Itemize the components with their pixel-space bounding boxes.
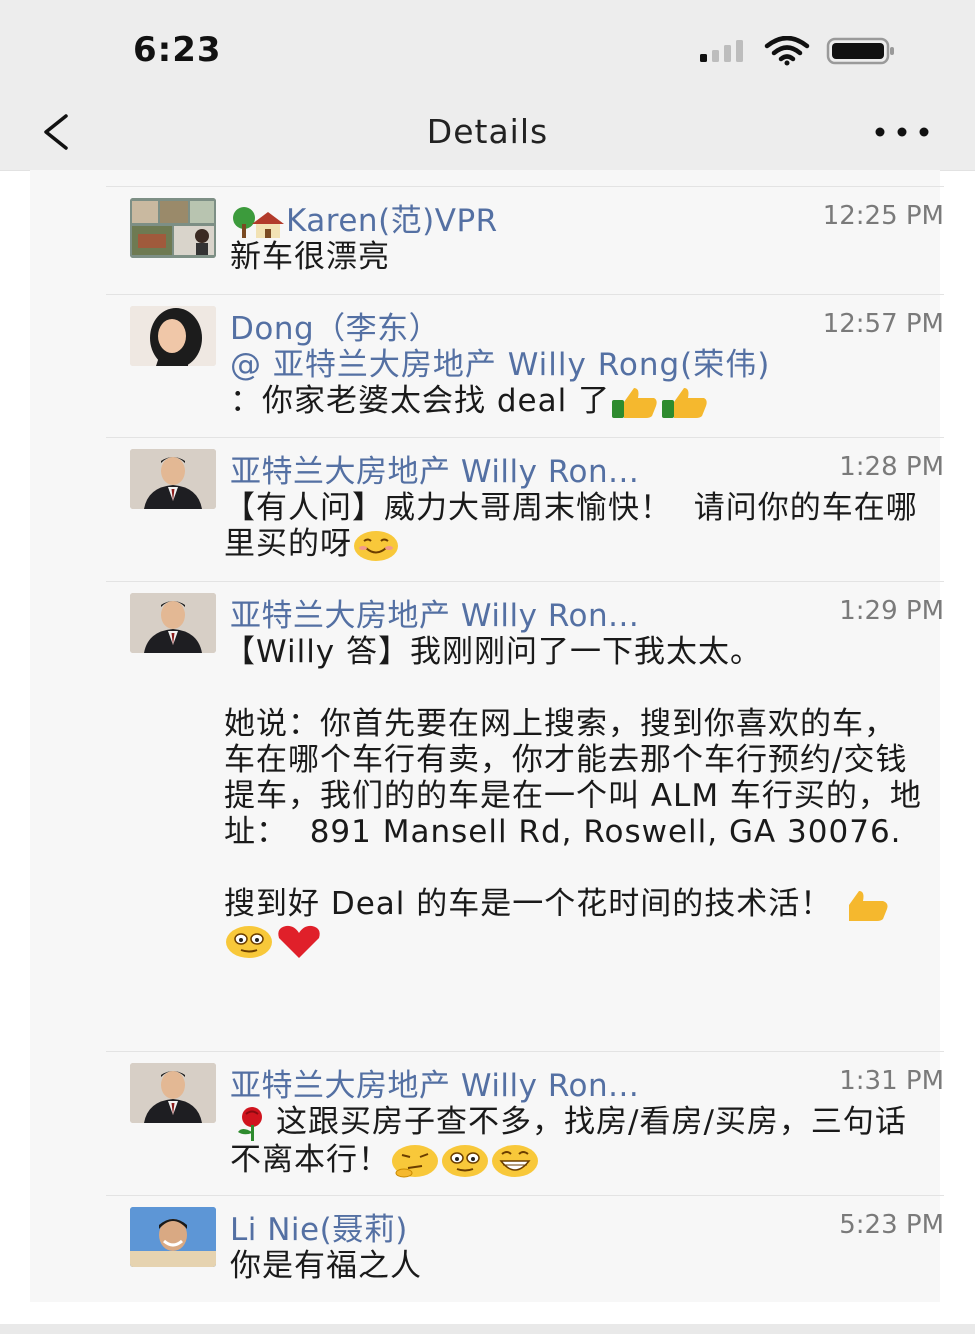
avatar[interactable] <box>130 306 216 366</box>
message-text-body: 这跟买房子查不多，找房/看房/买房，三句话不离本行！ <box>230 1104 907 1178</box>
avatar[interactable] <box>130 593 216 653</box>
avatar[interactable] <box>130 449 216 509</box>
list-item[interactable]: Karen(范)VPR 12:25 PM 新车很漂亮 <box>106 186 944 295</box>
house-tree-icon <box>233 206 284 238</box>
rose-icon <box>238 1106 262 1141</box>
list-item[interactable]: Li Nie(聂莉) 5:23 PM 你是有福之人 <box>106 1195 944 1303</box>
nav-bar: Details <box>0 100 975 171</box>
battery-icon <box>826 37 894 65</box>
page-title: Details <box>426 112 549 151</box>
sender-name[interactable]: 亚特兰大房地产 Willy Ron... <box>230 590 639 635</box>
thumbs-up-icon <box>612 387 657 418</box>
sender-name[interactable]: 亚特兰大房地产 Willy Ron... <box>230 446 639 491</box>
sender-name[interactable]: Dong（李东） <box>230 303 440 348</box>
message-time: 1:31 PM <box>839 1066 944 1096</box>
more-dots-icon[interactable] <box>872 126 932 138</box>
message-text: 【Willy 答】我刚刚问了一下我太太。 她说：你首先要在网上搜索，搜到你喜欢的… <box>224 634 924 960</box>
avatar[interactable] <box>130 1063 216 1123</box>
message-text: 【有人问】威力大哥周末愉快！ 请问你的车在哪里买的呀 <box>224 490 934 563</box>
message-text-body: ：你家老婆太会找 deal 了 <box>230 383 611 419</box>
smile-icon <box>354 530 398 561</box>
message-time: 5:23 PM <box>839 1210 944 1240</box>
bottom-divider <box>0 1324 975 1334</box>
message-list: Karen(范)VPR 12:25 PM 新车很漂亮 Dong（李东） 12:5… <box>30 170 944 1302</box>
message-text-body: 【Willy 答】我刚刚问了一下我太太。 她说：你首先要在网上搜索，搜到你喜欢的… <box>224 634 922 922</box>
message-time: 12:57 PM <box>822 309 944 339</box>
message-text: @ 亚特兰大房地产 Willy Rong(荣伟) ：你家老婆太会找 deal 了 <box>230 347 950 420</box>
list-item[interactable]: Dong（李东） 12:57 PM @ 亚特兰大房地产 Willy Rong(荣… <box>106 294 944 438</box>
smile-icon <box>442 1145 488 1177</box>
avatar[interactable] <box>130 1207 216 1267</box>
avatar[interactable] <box>130 198 216 258</box>
sender-name[interactable]: Li Nie(聂莉) <box>230 1204 408 1249</box>
message-time: 12:25 PM <box>822 201 944 231</box>
message-text: 新车很漂亮 <box>230 239 390 275</box>
status-bar: 6:23 <box>0 0 975 100</box>
grin-icon <box>492 1145 538 1177</box>
thumbs-up-icon <box>849 890 888 921</box>
heart-icon <box>278 925 320 958</box>
list-item[interactable]: 亚特兰大房地产 Willy Ron... 1:29 PM 【Willy 答】我刚… <box>106 581 944 1052</box>
sender-name[interactable]: 亚特兰大房地产 Willy Ron... <box>230 1060 639 1105</box>
message-text: 你是有福之人 <box>230 1248 422 1284</box>
mention-link[interactable]: @ 亚特兰大房地产 Willy Rong(荣伟) <box>230 347 770 383</box>
smile-icon <box>226 926 272 958</box>
message-text-body: 【有人问】威力大哥周末愉快！ 请问你的车在哪里买的呀 <box>224 490 918 562</box>
message-time: 1:28 PM <box>839 452 944 482</box>
message-text: 这跟买房子查不多，找房/看房/买房，三句话不离本行！ <box>230 1104 920 1179</box>
status-time: 6:23 <box>133 30 222 70</box>
thumbs-up-icon <box>662 387 707 418</box>
list-item[interactable]: 亚特兰大房地产 Willy Ron... 1:28 PM 【有人问】威力大哥周末… <box>106 437 944 582</box>
thinking-icon <box>392 1145 438 1178</box>
message-time: 1:29 PM <box>839 596 944 626</box>
sender-name[interactable]: Karen(范)VPR <box>230 195 498 240</box>
wifi-icon <box>764 36 810 66</box>
sender-name-text: Karen(范)VPR <box>286 203 498 239</box>
signal-icon <box>700 40 743 62</box>
list-item[interactable]: 亚特兰大房地产 Willy Ron... 1:31 PM 这跟买房子查不多，找房… <box>106 1051 944 1196</box>
